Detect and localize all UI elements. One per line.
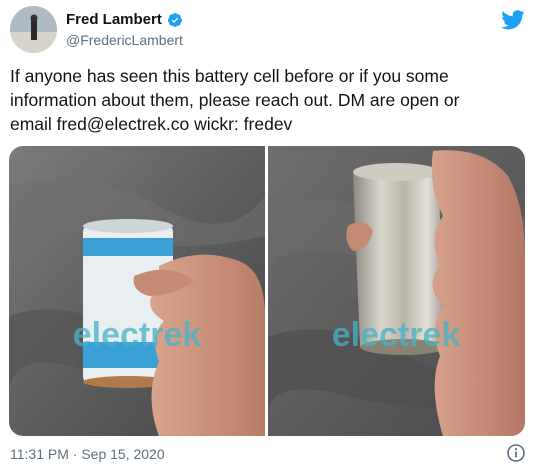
twitter-bird-icon[interactable] [501, 10, 525, 30]
photo-bare-metal-can[interactable]: electrek [268, 146, 525, 436]
verified-badge-icon [167, 12, 183, 28]
tweet-text: If anyone has seen this battery cell bef… [10, 64, 525, 136]
avatar[interactable] [10, 6, 57, 53]
photo-wrapped-battery-cell[interactable]: electrek [9, 146, 265, 436]
tweet-card: Fred Lambert @FredericLambert If anyone … [0, 0, 535, 475]
tweet-text-line: email fred@electrek.co wickr: fredev [10, 114, 293, 134]
watermark-text: electrek [73, 316, 202, 354]
author-info[interactable]: Fred Lambert @FredericLambert [66, 11, 183, 48]
watermark-text: electrek [332, 316, 461, 354]
info-icon[interactable] [507, 444, 525, 462]
avatar-image [10, 6, 57, 53]
tweet-timestamp[interactable]: 11:31 PM · Sep 15, 2020 [10, 446, 165, 462]
media-grid: electrek electrek [9, 146, 525, 436]
author-handle[interactable]: @FredericLambert [66, 32, 183, 48]
tweet-text-line: If anyone has seen this battery cell bef… [10, 66, 449, 86]
author-name[interactable]: Fred Lambert [66, 11, 162, 28]
tweet-text-line: information about them, please reach out… [10, 90, 460, 110]
